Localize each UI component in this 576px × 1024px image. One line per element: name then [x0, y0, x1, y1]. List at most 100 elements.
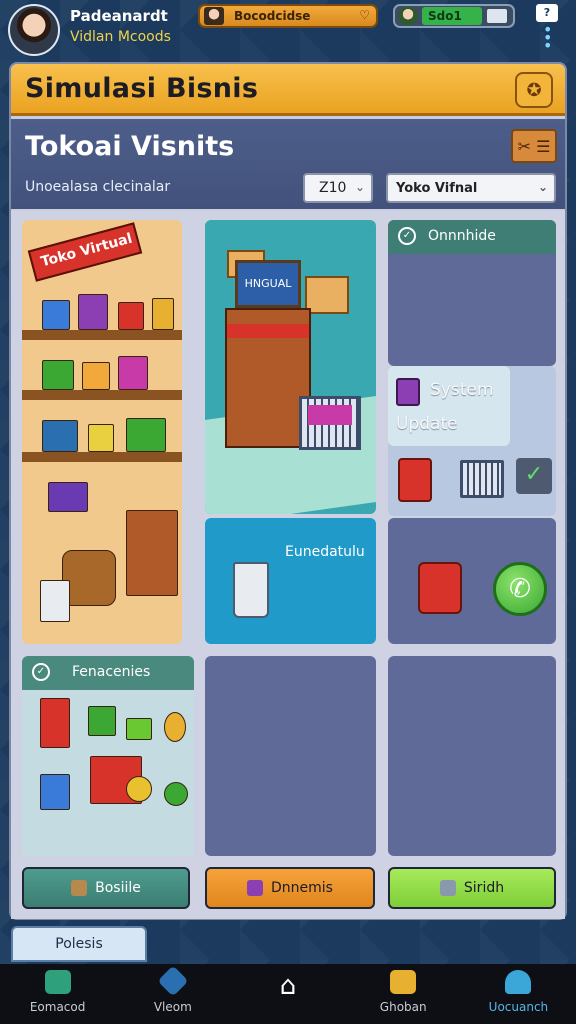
- product-icon: [78, 294, 108, 330]
- online-title: Onnnhide: [428, 228, 496, 244]
- heart-icon: ♡: [359, 8, 370, 22]
- sub-label: Unoealasa clecinalar: [25, 179, 171, 195]
- home-icon: ⌂: [279, 971, 297, 1001]
- product-icon: [118, 356, 148, 390]
- quantity-value: Z10: [319, 180, 347, 196]
- action-button-3-label: Siridh: [463, 880, 505, 896]
- system-update-tile[interactable]: System Update ✓: [388, 366, 556, 516]
- finance-header: ✓ Fenacenies: [22, 656, 194, 690]
- nav-label: Ghoban: [379, 1000, 427, 1014]
- shopping-bag-icon: [418, 562, 462, 614]
- check-circle-icon: ✓: [398, 227, 416, 245]
- shop-select-value: Yoko Vifnal: [396, 181, 478, 196]
- shop-header: Tokoai Visnits ✂ ☰ Unoealasa clecinalar …: [11, 119, 565, 209]
- shop-sign: Toko Virtual: [27, 222, 143, 282]
- stat-value: Sdo1: [422, 7, 482, 25]
- phone-call-button[interactable]: ✆: [493, 562, 547, 616]
- player-avatar[interactable]: [8, 4, 60, 56]
- diamond-icon: [157, 965, 189, 997]
- kiosk-stripe: [227, 324, 309, 338]
- progress-tab[interactable]: Polesis: [11, 926, 147, 962]
- badge-icon[interactable]: ✪: [515, 72, 553, 108]
- product-icon: [126, 418, 166, 452]
- page-title: Simulasi Bisnis: [25, 73, 259, 104]
- shopping-cart-icon: [299, 396, 361, 450]
- finance-tile[interactable]: ✓ Fenacenies: [22, 656, 194, 856]
- currency-pill[interactable]: Bocodcidse ♡: [198, 4, 378, 28]
- home-app-icon: [44, 970, 71, 994]
- player-mode: Vidlan Mcoods: [70, 29, 171, 45]
- shelf-board: [22, 390, 182, 400]
- finance-title: Fenacenies: [72, 664, 151, 680]
- item-icon: [88, 706, 116, 736]
- coin-icon: [164, 712, 186, 742]
- package-icon: [396, 378, 420, 406]
- shopping-bag-icon: [398, 458, 432, 502]
- nav-label: Eomacod: [29, 1000, 86, 1014]
- crate-icon: [305, 276, 349, 314]
- shop-select[interactable]: Yoko Vifnal ⌄: [386, 173, 556, 203]
- trash-icon: [233, 562, 269, 618]
- player-name: Padeanardt: [70, 7, 168, 25]
- action-button-1[interactable]: Bosiile: [22, 867, 190, 909]
- basket-icon: [62, 550, 116, 606]
- product-icon: [42, 300, 70, 330]
- bottom-nav: Eomacod Vleom ⌂ Ghoban Uocuanch: [0, 964, 576, 1024]
- empty-slot[interactable]: [205, 656, 376, 856]
- nav-item-diamond[interactable]: Vleom: [115, 964, 230, 1024]
- title-bar: Simulasi Bisnis ✪: [11, 64, 565, 116]
- chevron-down-icon: ⌄: [537, 180, 548, 194]
- item-icon: [126, 718, 152, 740]
- check-icon[interactable]: ✓: [516, 458, 552, 494]
- kiosk-screen: HNGUAL: [235, 260, 301, 308]
- tools-button[interactable]: ✂ ☰: [511, 129, 557, 163]
- nav-item-folder[interactable]: Ghoban: [346, 964, 461, 1024]
- online-tile[interactable]: ✓ Onnnhide: [388, 220, 556, 366]
- product-icon: [42, 360, 74, 390]
- chevron-down-icon: ⌄: [354, 180, 365, 194]
- shelf-tile[interactable]: Toko Virtual: [22, 220, 182, 644]
- more-menu-icon[interactable]: • • •: [543, 22, 552, 54]
- empty-slot[interactable]: [388, 656, 556, 856]
- tools-icon: [71, 880, 88, 896]
- shelf-board: [22, 452, 182, 462]
- nav-item-home[interactable]: ⌂: [230, 964, 345, 1024]
- cloud-icon: [505, 970, 532, 994]
- action-button-2[interactable]: Dnnemis: [205, 867, 375, 909]
- store-tile[interactable]: HNGUAL: [205, 220, 376, 514]
- nav-label: Vleom: [153, 1000, 192, 1014]
- system-line1: System: [430, 380, 494, 400]
- online-header: ✓ Onnnhide: [388, 220, 556, 254]
- nav-item-cloud[interactable]: Uocuanch: [461, 964, 576, 1024]
- coin-icon: [164, 782, 188, 806]
- product-icon: [118, 302, 144, 330]
- shopping-cart-icon: [460, 460, 504, 498]
- folder-icon: [390, 970, 417, 994]
- checkout-tile[interactable]: ✆: [388, 518, 556, 644]
- currency-label: Bocodcidse: [234, 9, 311, 23]
- mini-avatar-icon: [204, 7, 224, 25]
- package-icon: [247, 880, 264, 896]
- item-icon: [40, 774, 70, 810]
- action-button-1-label: Bosiile: [95, 880, 141, 896]
- system-update-card: System Update: [388, 366, 510, 446]
- action-button-3[interactable]: Siridh: [388, 867, 556, 909]
- shelf-board: [22, 330, 182, 340]
- content-grid: Toko Virtual HNGUAL ✓ Onnnhide System Up…: [11, 211, 565, 919]
- product-icon: [88, 424, 114, 452]
- product-icon: [42, 420, 78, 452]
- cabinet-icon: [126, 510, 178, 596]
- gear-icon: [439, 880, 456, 896]
- check-circle-icon: ✓: [32, 663, 50, 681]
- business-panel: Simulasi Bisnis ✪ Tokoai Visnits ✂ ☰ Uno…: [9, 62, 567, 920]
- item-icon: [40, 698, 70, 748]
- nav-item-home-app[interactable]: Eomacod: [0, 964, 115, 1024]
- system-line2: Update: [396, 414, 458, 434]
- sale-tile[interactable]: Eunedatulu: [205, 518, 376, 644]
- coin-icon: [126, 776, 152, 802]
- quantity-select[interactable]: Z10 ⌄: [303, 173, 373, 203]
- cart-goods: [308, 405, 352, 425]
- shop-name: Tokoai Visnits: [25, 131, 235, 162]
- sale-label: Eunedatulu: [285, 544, 365, 560]
- stat-pill[interactable]: Sdo1: [393, 4, 515, 28]
